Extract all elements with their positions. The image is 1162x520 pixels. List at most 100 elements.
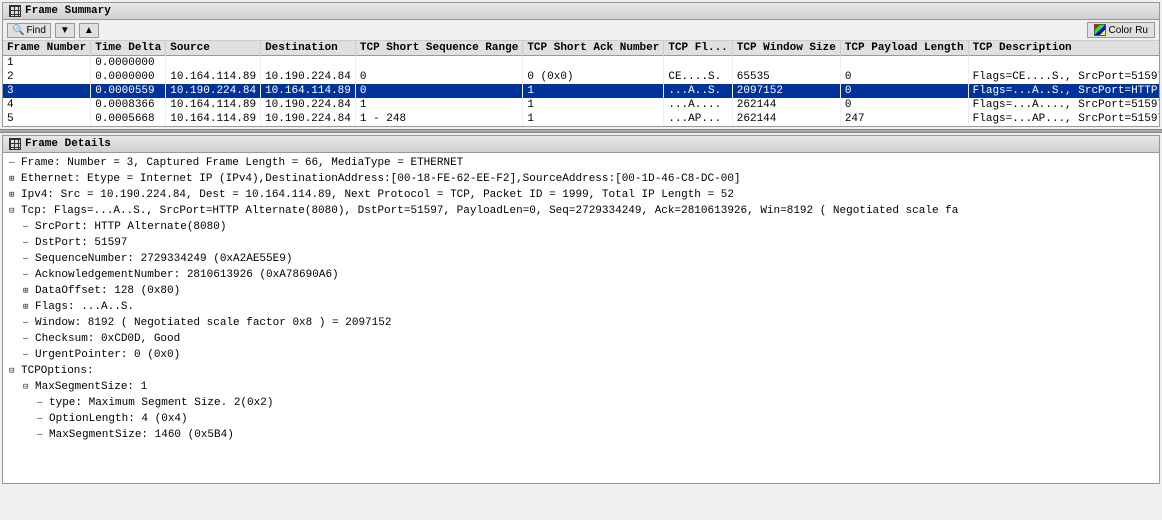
leaf-icon: ─ (9, 155, 21, 171)
table-cell: Flags=...A...., SrcPort=51597, DstPort=H… (968, 98, 1159, 112)
detail-text: MaxSegmentSize: 1 (35, 381, 147, 393)
leaf-icon: ─ (23, 251, 35, 267)
frame-summary-toolbar: 🔍 Find ▼ ▲ Color Ru (3, 20, 1159, 41)
table-cell: CE....S. (664, 70, 732, 84)
leaf-icon: ─ (37, 411, 49, 427)
detail-text: MaxSegmentSize: 1460 (0x5B4) (49, 429, 234, 441)
leaf-icon: ─ (23, 347, 35, 363)
table-cell: 0.0000559 (91, 84, 166, 98)
table-cell: ...A..S. (664, 84, 732, 98)
detail-text: TCPOptions: (21, 365, 94, 377)
detail-line[interactable]: ─ UrgentPointer: 0 (0x0) (3, 347, 1159, 363)
table-row[interactable]: 30.000055910.190.224.8410.164.114.8901..… (3, 84, 1159, 98)
table-cell: 0.0000000 (91, 56, 166, 71)
detail-text: type: Maximum Segment Size. 2(0x2) (49, 397, 273, 409)
leaf-icon: ─ (23, 219, 35, 235)
detail-line[interactable]: ⊞ DataOffset: 128 (0x80) (3, 283, 1159, 299)
find-button[interactable]: 🔍 Find (7, 23, 51, 38)
table-cell (968, 56, 1159, 71)
table-cell: ...AP... (664, 112, 732, 126)
detail-text: Window: 8192 ( Negotiated scale factor 0… (35, 317, 391, 329)
table-cell: 1 (3, 56, 91, 71)
table-cell: 10.164.114.89 (166, 98, 261, 112)
table-header-row: Frame Number Time Delta Source Destinati… (3, 41, 1159, 56)
table-cell (355, 56, 522, 71)
table-cell (732, 56, 840, 71)
col-tcp-short-seq: TCP Short Sequence Range (355, 41, 522, 56)
table-cell (840, 56, 968, 71)
table-cell: 262144 (732, 112, 840, 126)
col-tcp-fl: TCP Fl... (664, 41, 732, 56)
detail-text: Ethernet: Etype = Internet IP (IPv4),Des… (21, 173, 741, 185)
table-cell: 10.190.224.84 (261, 70, 356, 84)
detail-line[interactable]: ─ AcknowledgementNumber: 2810613926 (0xA… (3, 267, 1159, 283)
leaf-icon: ─ (23, 315, 35, 331)
table-cell: 10.190.224.84 (261, 112, 356, 126)
up-arrow-button[interactable]: ▲ (79, 23, 99, 38)
table-cell: 1 (523, 112, 664, 126)
table-cell: 2097152 (732, 84, 840, 98)
color-rule-button[interactable]: Color Ru (1087, 22, 1155, 38)
frame-summary-table: Frame Number Time Delta Source Destinati… (3, 41, 1159, 126)
grid-icon-2 (9, 138, 21, 150)
table-cell: 247 (840, 112, 968, 126)
frame-details-panel: Frame Details ─ Frame: Number = 3, Captu… (2, 135, 1160, 484)
panel-separator[interactable] (0, 129, 1162, 133)
col-tcp-desc: TCP Description (968, 41, 1159, 56)
detail-line[interactable]: ─ MaxSegmentSize: 1460 (0x5B4) (3, 427, 1159, 443)
expand-icon[interactable]: ⊟ (23, 379, 35, 395)
detail-line[interactable]: ⊟ Tcp: Flags=...A..S., SrcPort=HTTP Alte… (3, 203, 1159, 219)
col-destination: Destination (261, 41, 356, 56)
expand-icon[interactable]: ⊞ (9, 187, 21, 203)
detail-line[interactable]: ⊞ Flags: ...A..S. (3, 299, 1159, 315)
detail-text: SequenceNumber: 2729334249 (0xA2AE55E9) (35, 253, 292, 265)
down-arrow-button[interactable]: ▼ (55, 23, 75, 38)
up-arrow-icon: ▲ (84, 25, 94, 36)
detail-text: Tcp: Flags=...A..S., SrcPort=HTTP Altern… (21, 205, 958, 217)
frame-summary-table-wrapper[interactable]: Frame Number Time Delta Source Destinati… (3, 41, 1159, 126)
detail-line[interactable]: ⊞ Ethernet: Etype = Internet IP (IPv4),D… (3, 171, 1159, 187)
frame-details-header: Frame Details (3, 136, 1159, 153)
table-cell: 0 (355, 84, 522, 98)
detail-line[interactable]: ─ SrcPort: HTTP Alternate(8080) (3, 219, 1159, 235)
table-cell: Flags=CE....S., SrcPort=51597, DstPort=H… (968, 70, 1159, 84)
expand-icon[interactable]: ⊟ (9, 363, 21, 379)
expand-icon[interactable]: ⊞ (23, 299, 35, 315)
detail-line[interactable]: ─ Window: 8192 ( Negotiated scale factor… (3, 315, 1159, 331)
table-cell: 0 (355, 70, 522, 84)
expand-icon[interactable]: ⊟ (9, 203, 21, 219)
frame-summary-title: Frame Summary (25, 5, 111, 17)
col-frame-number: Frame Number (3, 41, 91, 56)
table-cell (664, 56, 732, 71)
detail-line[interactable]: ─ Checksum: 0xCD0D, Good (3, 331, 1159, 347)
table-cell: 0 (840, 98, 968, 112)
frame-details-content[interactable]: ─ Frame: Number = 3, Captured Frame Leng… (3, 153, 1159, 483)
detail-line[interactable]: ─ type: Maximum Segment Size. 2(0x2) (3, 395, 1159, 411)
detail-line[interactable]: ⊞ Ipv4: Src = 10.190.224.84, Dest = 10.1… (3, 187, 1159, 203)
leaf-icon: ─ (23, 267, 35, 283)
table-cell: 2 (3, 70, 91, 84)
detail-text: Checksum: 0xCD0D, Good (35, 333, 180, 345)
table-cell: Flags=...AP..., SrcPort=51597, DstPort=H… (968, 112, 1159, 126)
table-cell: 10.190.224.84 (261, 98, 356, 112)
detail-line[interactable]: ⊟ MaxSegmentSize: 1 (3, 379, 1159, 395)
detail-line[interactable]: ─ DstPort: 51597 (3, 235, 1159, 251)
table-cell: 3 (3, 84, 91, 98)
detail-line[interactable]: ─ Frame: Number = 3, Captured Frame Leng… (3, 155, 1159, 171)
expand-icon[interactable]: ⊞ (23, 283, 35, 299)
table-cell: 0 (0x0) (523, 70, 664, 84)
expand-icon[interactable]: ⊞ (9, 171, 21, 187)
detail-line[interactable]: ⊟ TCPOptions: (3, 363, 1159, 379)
table-row[interactable]: 50.000566810.164.114.8910.190.224.841 - … (3, 112, 1159, 126)
table-cell: ...A.... (664, 98, 732, 112)
table-cell: 0 (840, 70, 968, 84)
table-cell: 65535 (732, 70, 840, 84)
table-row[interactable]: 20.000000010.164.114.8910.190.224.8400 (… (3, 70, 1159, 84)
down-arrow-icon: ▼ (60, 25, 70, 36)
table-row[interactable]: 10.0000000 (3, 56, 1159, 71)
detail-line[interactable]: ─ OptionLength: 4 (0x4) (3, 411, 1159, 427)
table-row[interactable]: 40.000836610.164.114.8910.190.224.8411..… (3, 98, 1159, 112)
detail-line[interactable]: ─ SequenceNumber: 2729334249 (0xA2AE55E9… (3, 251, 1159, 267)
table-cell: 262144 (732, 98, 840, 112)
table-cell: 0 (840, 84, 968, 98)
